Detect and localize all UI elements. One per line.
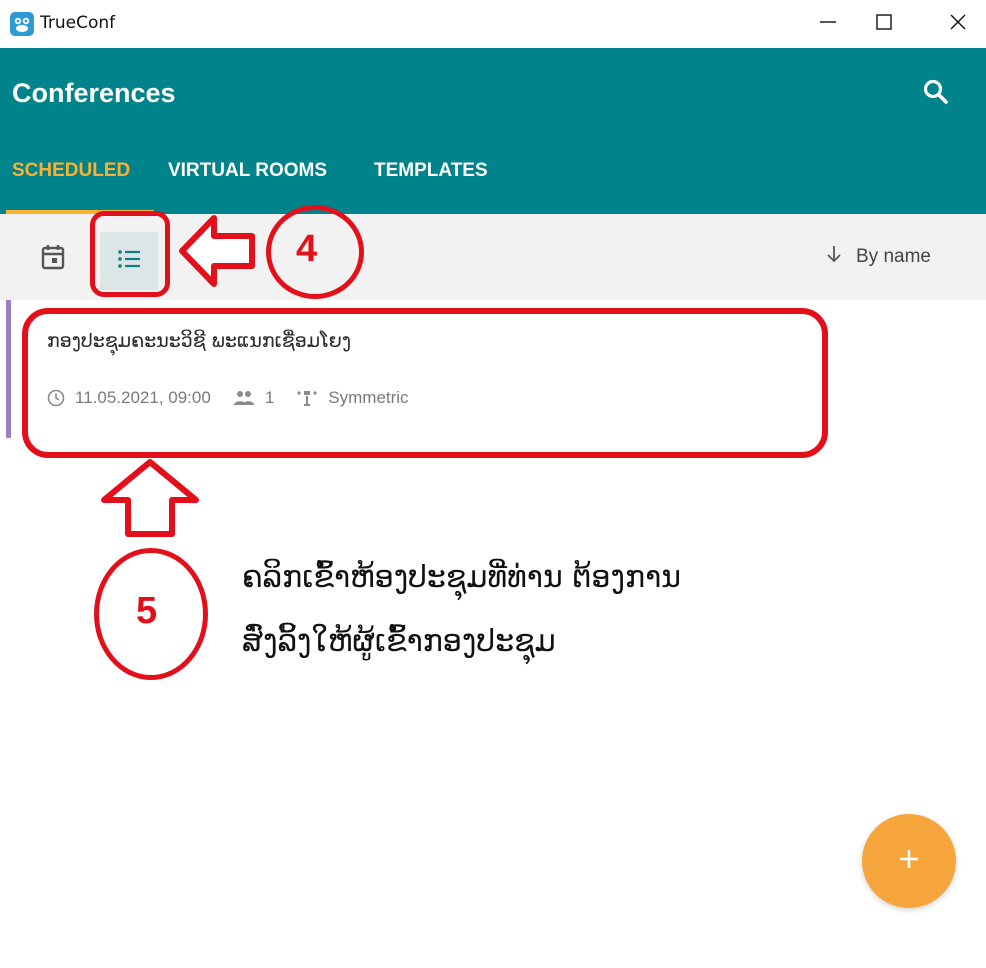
annotation-arrow-left-icon bbox=[179, 215, 255, 287]
annotation-step-5: 5 bbox=[136, 590, 158, 632]
instruction-line-1: ຄລິກເຂົ້າຫ້ອງປະຊຸມທີ່ທ່ານ ຕ້ອງການ bbox=[242, 560, 681, 595]
annotation-list-button-highlight bbox=[90, 211, 170, 297]
minimize-icon bbox=[818, 12, 838, 37]
plus-icon bbox=[898, 848, 920, 875]
page-title: Conferences bbox=[12, 78, 176, 108]
search-button[interactable] bbox=[912, 70, 960, 118]
minimize-button[interactable] bbox=[800, 0, 856, 48]
trueconf-logo-icon bbox=[10, 12, 34, 36]
close-icon bbox=[948, 12, 968, 37]
add-conference-button[interactable] bbox=[862, 814, 956, 908]
instruction-line-2: ສົ່ງລິ້ງໃຫ້ຜູ້ເຂົ້າກອງປະຊຸມ bbox=[242, 624, 556, 659]
maximize-icon bbox=[874, 12, 894, 37]
app-header: Conferences SCHEDULED VIRTUAL ROOMS TEMP… bbox=[0, 48, 986, 214]
tab-scheduled[interactable]: SCHEDULED bbox=[12, 160, 130, 182]
annotation-arrow-up-icon bbox=[101, 459, 199, 537]
search-icon bbox=[922, 78, 950, 111]
sort-button[interactable]: By name bbox=[826, 244, 931, 270]
annotation-conference-highlight bbox=[22, 308, 828, 458]
sort-label: By name bbox=[856, 246, 931, 267]
window-title: TrueConf bbox=[40, 13, 116, 33]
close-button[interactable] bbox=[930, 0, 986, 48]
calendar-view-button[interactable] bbox=[30, 236, 76, 282]
tab-templates[interactable]: TEMPLATES bbox=[374, 160, 488, 182]
tab-virtual-rooms[interactable]: VIRTUAL ROOMS bbox=[168, 160, 327, 182]
maximize-button[interactable] bbox=[856, 0, 912, 48]
annotation-step-4: 4 bbox=[296, 228, 318, 270]
calendar-icon bbox=[41, 244, 65, 275]
arrow-down-icon bbox=[826, 245, 842, 269]
window-titlebar: TrueConf bbox=[0, 0, 986, 48]
